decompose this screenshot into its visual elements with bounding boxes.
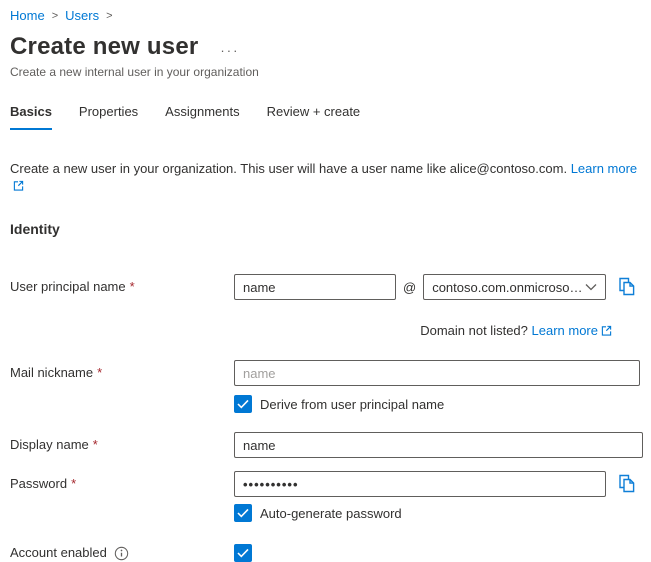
derive-checkbox-label: Derive from user principal name — [260, 397, 444, 412]
domain-note: Domain not listed? Learn more — [234, 323, 612, 340]
display-name-field-group — [234, 432, 643, 458]
password-label: Password* — [10, 471, 234, 497]
external-link-icon — [601, 324, 612, 340]
checkmark-icon — [237, 548, 249, 558]
password-field-group — [234, 471, 636, 497]
chevron-right-icon: > — [106, 8, 112, 24]
tab-properties[interactable]: Properties — [79, 104, 138, 130]
display-name-row: Display name* — [10, 432, 641, 458]
checkmark-icon — [237, 508, 249, 518]
tab-description: Create a new user in your organization. … — [10, 160, 641, 195]
checkmark-icon — [237, 399, 249, 409]
mail-nickname-label-text: Mail nickname — [10, 360, 93, 386]
upn-label: User principal name* — [10, 274, 234, 300]
password-label-text: Password — [10, 471, 67, 497]
tab-basics[interactable]: Basics — [10, 104, 52, 130]
page-header: Create new user ··· — [10, 33, 641, 61]
derive-checkbox[interactable] — [234, 395, 252, 413]
mail-nickname-row: Mail nickname* — [10, 360, 641, 386]
derive-row: Derive from user principal name — [10, 395, 641, 413]
wizard-tabs: Basics Properties Assignments Review + c… — [10, 104, 641, 130]
autogen-field-group: Auto-generate password — [234, 504, 402, 522]
domain-learn-more-link[interactable]: Learn more — [532, 323, 598, 338]
required-marker: * — [130, 274, 135, 300]
required-marker: * — [71, 471, 76, 497]
upn-label-text: User principal name — [10, 274, 126, 300]
password-row: Password* — [10, 471, 641, 497]
identity-section-heading: Identity — [10, 221, 641, 237]
required-marker: * — [97, 360, 102, 386]
upn-row: User principal name* @ contoso.com.onmic… — [10, 274, 641, 300]
more-options-button[interactable]: ··· — [220, 43, 239, 58]
display-name-label: Display name* — [10, 432, 234, 458]
page-subtitle: Create a new internal user in your organ… — [10, 65, 641, 79]
account-enabled-field-group — [234, 544, 252, 562]
display-name-label-text: Display name — [10, 432, 89, 458]
domain-note-row: Domain not listed? Learn more — [10, 323, 641, 340]
mail-nickname-input — [234, 360, 640, 386]
password-input[interactable] — [234, 471, 606, 497]
copy-icon — [618, 285, 636, 300]
account-enabled-label: Account enabled — [10, 544, 234, 562]
domain-dropdown-value: contoso.com.onmicroso… — [432, 280, 582, 295]
account-enabled-checkbox[interactable] — [234, 544, 252, 562]
create-user-page: Home > Users > Create new user ··· Creat… — [0, 0, 651, 562]
description-text: Create a new user in your organization. … — [10, 161, 567, 176]
upn-input[interactable] — [234, 274, 396, 300]
derive-field-group: Derive from user principal name — [234, 395, 444, 413]
chevron-down-icon — [585, 283, 597, 291]
account-enabled-label-text: Account enabled — [10, 544, 107, 562]
tab-review-create[interactable]: Review + create — [267, 104, 361, 130]
domain-dropdown[interactable]: contoso.com.onmicroso… — [423, 274, 606, 300]
at-symbol: @ — [403, 280, 416, 295]
copy-password-button[interactable] — [618, 474, 636, 494]
account-enabled-row: Account enabled — [10, 544, 641, 562]
autogen-checkbox[interactable] — [234, 504, 252, 522]
display-name-input[interactable] — [234, 432, 643, 458]
breadcrumb-link-users[interactable]: Users — [65, 8, 99, 24]
upn-field-group: @ contoso.com.onmicroso… — [234, 274, 636, 300]
domain-note-text: Domain not listed? — [420, 323, 528, 338]
copy-icon — [618, 482, 636, 497]
info-icon[interactable] — [114, 546, 129, 561]
page-title: Create new user — [10, 33, 198, 61]
copy-upn-button[interactable] — [618, 277, 636, 297]
breadcrumb: Home > Users > — [10, 8, 641, 24]
external-link-icon — [13, 178, 24, 195]
mail-nickname-field-group — [234, 360, 640, 386]
autogen-checkbox-label: Auto-generate password — [260, 506, 402, 521]
autogen-row: Auto-generate password — [10, 504, 641, 522]
breadcrumb-link-home[interactable]: Home — [10, 8, 45, 24]
identity-form: User principal name* @ contoso.com.onmic… — [10, 274, 641, 562]
learn-more-link[interactable]: Learn more — [571, 161, 637, 176]
mail-nickname-label: Mail nickname* — [10, 360, 234, 386]
required-marker: * — [93, 432, 98, 458]
chevron-right-icon: > — [52, 8, 58, 24]
tab-assignments[interactable]: Assignments — [165, 104, 239, 130]
